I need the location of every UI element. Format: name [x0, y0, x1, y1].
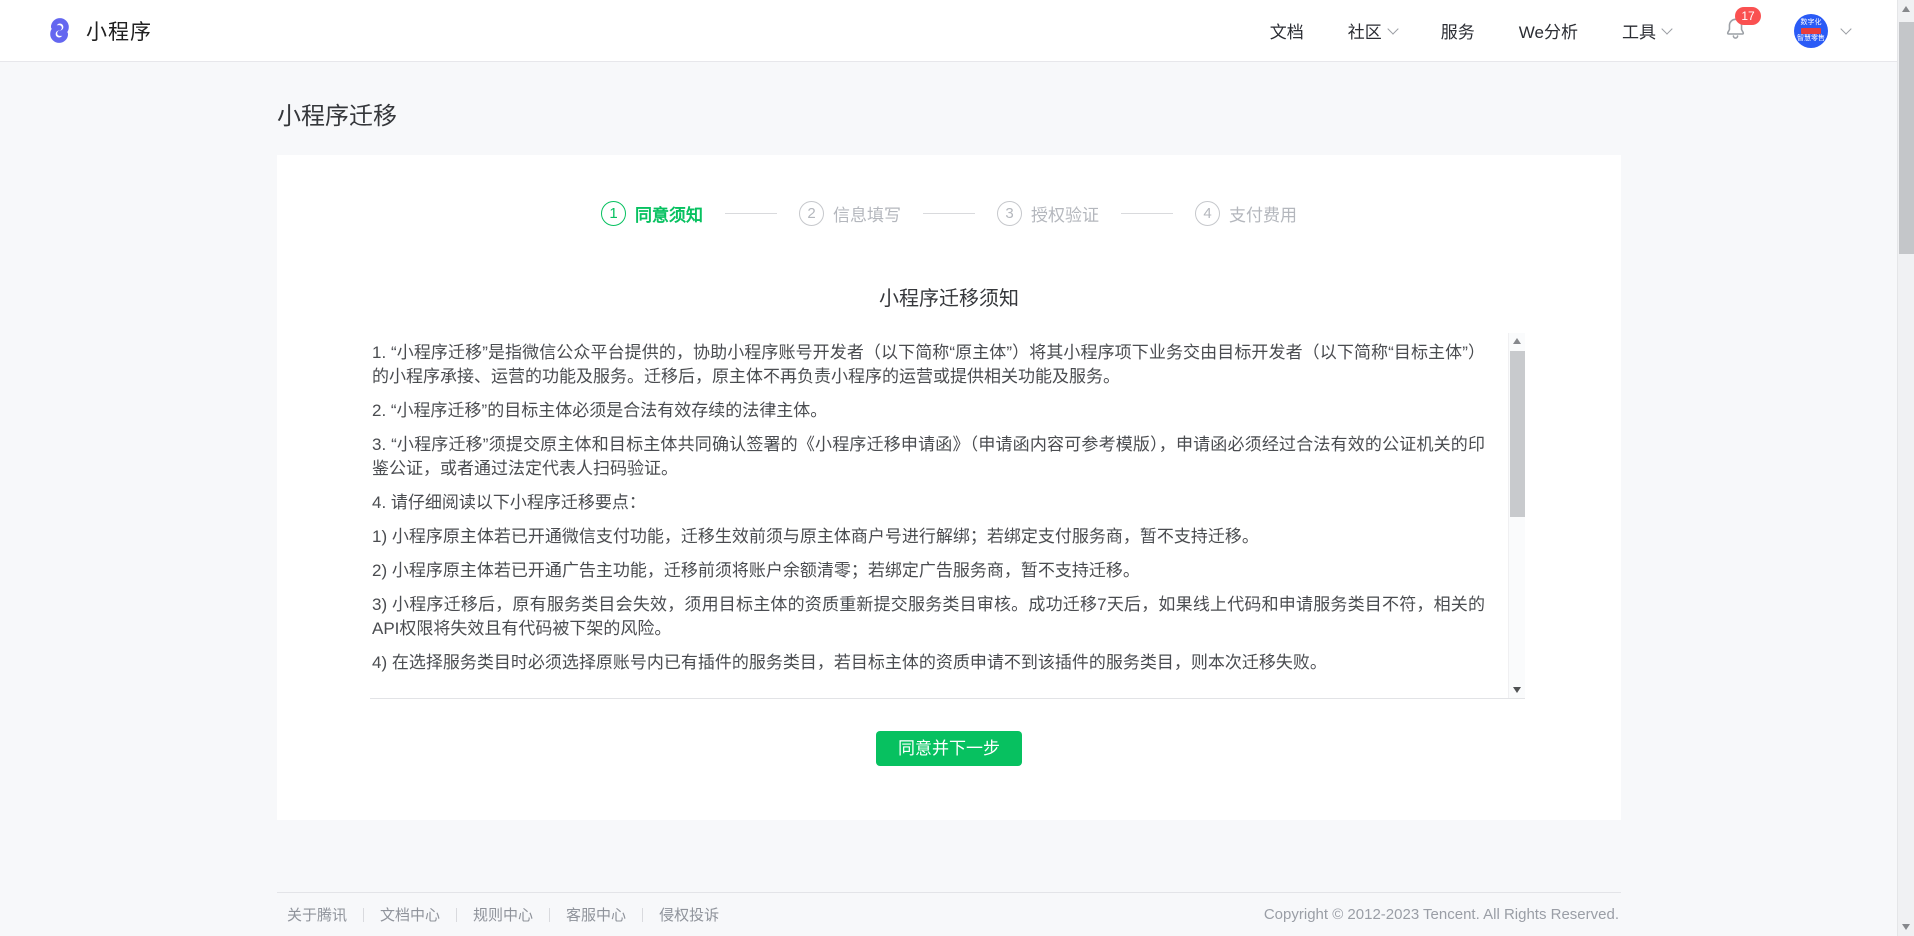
- step-number: 3: [997, 201, 1022, 226]
- terms-paragraph: 1) 小程序原主体若已开通微信支付功能，迁移生效前须与原主体商户号进行解绑；若绑…: [372, 525, 1485, 549]
- account-avatar[interactable]: 数字化 智慧零售: [1794, 14, 1828, 48]
- step-connector: [1121, 213, 1173, 214]
- terms-scrollbar-thumb[interactable]: [1510, 351, 1525, 517]
- notification-badge: 17: [1735, 7, 1761, 25]
- terms-paragraph: 2. “小程序迁移”的目标主体必须是合法有效存续的法律主体。: [372, 399, 1485, 423]
- terms-paragraph: 3) 小程序迁移后，原有服务类目会失效，须用目标主体的资质重新提交服务类目审核。…: [372, 593, 1485, 641]
- footer-link-about-tencent[interactable]: 关于腾讯: [287, 904, 347, 925]
- step-3-auth-verify: 3 授权验证: [997, 201, 1099, 226]
- step-label: 支付费用: [1229, 201, 1297, 226]
- nav-item-label: 社区: [1348, 18, 1382, 43]
- migration-stepper: 1 同意须知 2 信息填写 3 授权验证 4 支付费用: [277, 201, 1621, 226]
- terms-paragraph: 1. “小程序迁移”是指微信公众平台提供的，协助小程序账号开发者（以下简称“原主…: [372, 341, 1485, 389]
- footer-separator: [456, 908, 457, 922]
- notice-title: 小程序迁移须知: [277, 282, 1621, 311]
- terms-scroll-area[interactable]: 1. “小程序迁移”是指微信公众平台提供的，协助小程序账号开发者（以下简称“原主…: [370, 333, 1525, 699]
- avatar-text-top: 数字化: [1801, 19, 1822, 27]
- chevron-down-icon: [1661, 23, 1672, 34]
- footer-separator: [549, 908, 550, 922]
- copyright-text: Copyright © 2012-2023 Tencent. All Right…: [1264, 906, 1619, 923]
- terms-paragraph: 3. “小程序迁移”须提交原主体和目标主体共同确认签署的《小程序迁移申请函》（申…: [372, 433, 1485, 481]
- action-row: 同意并下一步: [277, 731, 1621, 766]
- top-navbar: 小程序 文档 社区 服务 We分析 工具 17 数字化: [0, 0, 1914, 62]
- avatar-red-banner: [1801, 28, 1821, 34]
- migration-card: 1 同意须知 2 信息填写 3 授权验证 4 支付费用 小程序迁移须知 1. “…: [277, 155, 1621, 820]
- nav-item-label: 服务: [1441, 18, 1475, 43]
- agree-next-button[interactable]: 同意并下一步: [876, 731, 1022, 766]
- nav-item-tools[interactable]: 工具: [1622, 18, 1671, 43]
- terms-paragraph: 2) 小程序原主体若已开通广告主功能，迁移前须将账户余额清零；若绑定广告服务商，…: [372, 559, 1485, 583]
- page-scrollbar-thumb[interactable]: [1899, 22, 1914, 254]
- chevron-down-icon: [1387, 23, 1398, 34]
- step-2-fill-info: 2 信息填写: [799, 201, 901, 226]
- nav-item-label: We分析: [1519, 18, 1578, 43]
- nav-item-services[interactable]: 服务: [1441, 18, 1475, 43]
- footer-link-rules-center[interactable]: 规则中心: [473, 904, 533, 925]
- footer-links: 关于腾讯 文档中心 规则中心 客服中心 侵权投诉: [287, 904, 719, 925]
- avatar-text-bottom: 智慧零售: [1797, 35, 1825, 43]
- step-number: 2: [799, 201, 824, 226]
- footer-separator: [363, 908, 364, 922]
- step-connector: [725, 213, 777, 214]
- scroll-up-arrow-icon[interactable]: [1513, 338, 1521, 344]
- nav-menu: 文档 社区 服务 We分析 工具: [1270, 18, 1671, 43]
- main-content: 小程序迁移 1 同意须知 2 信息填写 3 授权验证 4 支付费用 小程序迁移: [277, 96, 1621, 820]
- scroll-up-arrow-icon[interactable]: [1902, 6, 1910, 12]
- step-1-agree-notice: 1 同意须知: [601, 201, 703, 226]
- step-label: 授权验证: [1031, 201, 1099, 226]
- nav-item-label: 文档: [1270, 18, 1304, 43]
- footer-link-support-center[interactable]: 客服中心: [566, 904, 626, 925]
- step-number: 4: [1195, 201, 1220, 226]
- footer-link-doc-center[interactable]: 文档中心: [380, 904, 440, 925]
- step-label: 同意须知: [635, 201, 703, 226]
- nav-item-docs[interactable]: 文档: [1270, 18, 1304, 43]
- step-4-pay-fee: 4 支付费用: [1195, 201, 1297, 226]
- terms-text: 1. “小程序迁移”是指微信公众平台提供的，协助小程序账号开发者（以下简称“原主…: [370, 333, 1525, 698]
- notification-bell[interactable]: 17: [1723, 16, 1748, 46]
- logo[interactable]: 小程序: [44, 15, 152, 46]
- footer-link-infringement-complaint[interactable]: 侵权投诉: [659, 904, 719, 925]
- nav-item-we-analytics[interactable]: We分析: [1519, 18, 1578, 43]
- step-label: 信息填写: [833, 201, 901, 226]
- scroll-down-arrow-icon[interactable]: [1513, 687, 1521, 693]
- miniprogram-logo-icon: [44, 15, 75, 46]
- page-title: 小程序迁移: [277, 96, 1621, 131]
- terms-scrollbar[interactable]: [1508, 333, 1525, 698]
- account-menu-chevron-icon[interactable]: [1840, 23, 1851, 34]
- footer-separator: [642, 908, 643, 922]
- terms-paragraph: 4) 在选择服务类目时必须选择原账号内已有插件的服务类目，若目标主体的资质申请不…: [372, 651, 1485, 675]
- logo-text: 小程序: [86, 16, 152, 46]
- terms-paragraph: 4. 请仔细阅读以下小程序迁移要点：: [372, 491, 1485, 515]
- nav-item-label: 工具: [1622, 18, 1656, 43]
- nav-item-community[interactable]: 社区: [1348, 18, 1397, 43]
- scroll-down-arrow-icon[interactable]: [1902, 924, 1910, 930]
- page-scrollbar[interactable]: [1897, 0, 1914, 936]
- step-connector: [923, 213, 975, 214]
- step-number: 1: [601, 201, 626, 226]
- page-footer: 关于腾讯 文档中心 规则中心 客服中心 侵权投诉 Copyright © 201…: [277, 892, 1621, 936]
